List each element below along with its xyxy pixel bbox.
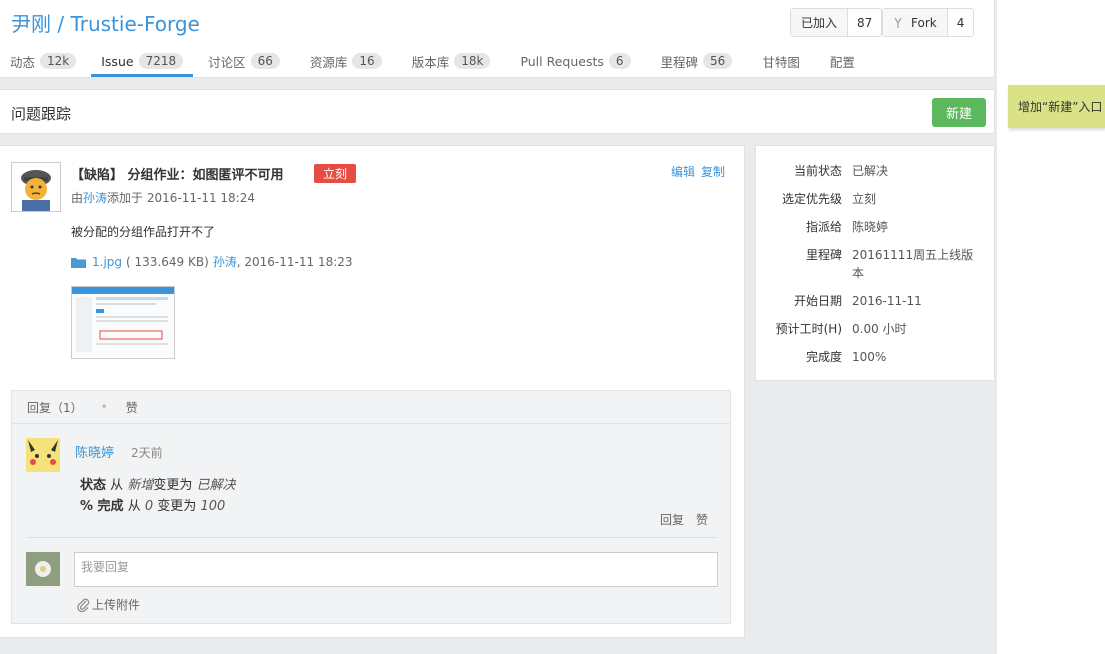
screenshot-preview-icon <box>72 287 174 358</box>
project-header: 尹刚 / Trustie-Forge 已加入 87 Fork 4 动态 12k I… <box>0 0 995 78</box>
reply-like-button[interactable]: 赞 <box>696 511 708 528</box>
tab-count: 56 <box>703 53 733 69</box>
reply-list: 陈晓婷 2天前 状态 从 新增变更为 已解决 % 完成 从 0 变更为 100 … <box>11 424 731 624</box>
like-link[interactable]: 赞 <box>126 399 138 416</box>
tab-count: 16 <box>352 53 382 69</box>
attr-start-date: 开始日期 2016-11-11 <box>793 294 922 308</box>
reply-count-link[interactable]: 回复（1） <box>27 399 83 416</box>
attachment-time: , 2016-11-11 18:23 <box>236 254 353 269</box>
upload-label: 上传附件 <box>92 598 141 612</box>
page-title: 问题跟踪 <box>11 105 72 123</box>
issue-description: 被分配的分组作品打开不了 <box>71 225 216 239</box>
tab-count: 18k <box>454 53 491 69</box>
issue-title: 【缺陷】 分组作业：如图匿评不可用 <box>71 168 284 183</box>
attr-milestone: 里程碑 20161111周五上线版本 <box>805 248 974 280</box>
fork-button[interactable]: Fork <box>883 9 948 36</box>
fork-button-group[interactable]: Fork 4 <box>882 8 975 37</box>
attr-estimated-hours: 预计工时(H) 0.00 小时 <box>775 322 907 336</box>
reply-button[interactable]: 回复 <box>660 511 684 528</box>
uploader-link[interactable]: 孙涛 <box>213 253 237 270</box>
reply-actions: 回复 赞 <box>660 511 708 528</box>
tab-settings[interactable]: 配置 <box>820 48 865 74</box>
tab-count: 7218 <box>138 53 184 69</box>
current-user-avatar <box>26 552 60 586</box>
tab-pull-requests[interactable]: Pull Requests 6 <box>510 48 640 74</box>
project-tabs: 动态 12k Issue 7218 讨论区 66 资源库 16 版本库 18k Pull … <box>0 48 865 78</box>
attachment-thumbnail[interactable] <box>71 286 175 359</box>
priority-badge: 立刻 <box>314 164 357 183</box>
tab-repository[interactable]: 版本库 18k <box>402 48 501 74</box>
upload-attachment[interactable]: 上传附件 <box>76 596 140 613</box>
joined-count: 87 <box>857 15 873 30</box>
reply-input[interactable]: 我要回复 <box>74 552 718 587</box>
flower-avatar-icon <box>26 552 60 586</box>
fork-count: 4 <box>956 15 965 30</box>
tab-discussion[interactable]: 讨论区 66 <box>198 48 290 74</box>
issue-attributes: 当前状态 已解决 选定优先级 立刻 指派给 陈晓婷 里程碑 20161111周五上线版本… <box>755 145 995 381</box>
folder-icon <box>71 257 86 268</box>
edit-link[interactable]: 编辑 <box>671 163 695 180</box>
fork-label: Fork <box>911 15 937 30</box>
author-link[interactable]: 孙涛 <box>83 191 107 205</box>
issue-detail: 【缺陷】 分组作业：如图匿评不可用 立刻 编辑 复制 由孙涛添加于 2016-1… <box>0 145 745 638</box>
tab-activity[interactable]: 动态 12k <box>0 48 86 74</box>
reply-time: 2天前 <box>131 446 163 460</box>
replies-toolbar: 回复（1） • 赞 <box>11 390 731 424</box>
assignee-link[interactable]: 陈晓婷 <box>852 218 982 236</box>
issue-meta: 由孙涛添加于 2016-11-11 18:24 <box>71 191 255 205</box>
attachment-link[interactable]: 1.jpg <box>92 255 122 269</box>
attr-done-ratio: 完成度 100% <box>805 350 887 364</box>
avatar-illustration-icon <box>12 163 60 211</box>
copy-link[interactable]: 复制 <box>701 163 725 180</box>
tab-milestones[interactable]: 里程碑 56 <box>651 48 743 74</box>
tab-count: 66 <box>250 53 280 69</box>
tab-issue[interactable]: Issue 7218 <box>91 48 194 77</box>
project-title[interactable]: 尹刚 / Trustie-Forge <box>11 8 200 37</box>
tab-gantt[interactable]: 甘特图 <box>752 48 810 74</box>
dot-separator: • <box>100 400 108 414</box>
attr-priority: 选定优先级 立刻 <box>781 192 877 206</box>
tab-count: 12k <box>40 53 77 69</box>
replier-name[interactable]: 陈晓婷 <box>75 442 114 461</box>
attr-assignee: 指派给 陈晓婷 <box>756 218 996 236</box>
tab-count: 6 <box>608 53 631 69</box>
fork-icon <box>894 17 902 28</box>
replier-avatar[interactable] <box>26 438 60 472</box>
change-status: 状态 从 新增变更为 已解决 <box>80 478 236 493</box>
paperclip-icon <box>77 598 90 612</box>
annotation-note: 增加“新建”入口 <box>1008 85 1105 128</box>
pikachu-avatar-icon <box>26 438 60 472</box>
author-avatar[interactable] <box>11 162 61 212</box>
tab-resources[interactable]: 资源库 16 <box>300 48 392 74</box>
change-done-ratio: % 完成 从 0 变更为 100 <box>80 499 226 514</box>
join-button-group[interactable]: 已加入 87 <box>790 8 883 37</box>
issue-actions: 编辑 复制 <box>671 163 725 180</box>
attachment-size: ( 133.649 KB) <box>126 254 209 269</box>
divider <box>26 537 718 538</box>
tracker-bar: 问题跟踪 新建 <box>0 89 995 134</box>
joined-button[interactable]: 已加入 <box>791 9 849 36</box>
attr-status: 当前状态 已解决 <box>793 164 889 178</box>
new-issue-button[interactable]: 新建 <box>932 98 986 127</box>
attachment-row: 1.jpg ( 133.649 KB) 孙涛 , 2016-11-11 18:2… <box>71 253 353 270</box>
